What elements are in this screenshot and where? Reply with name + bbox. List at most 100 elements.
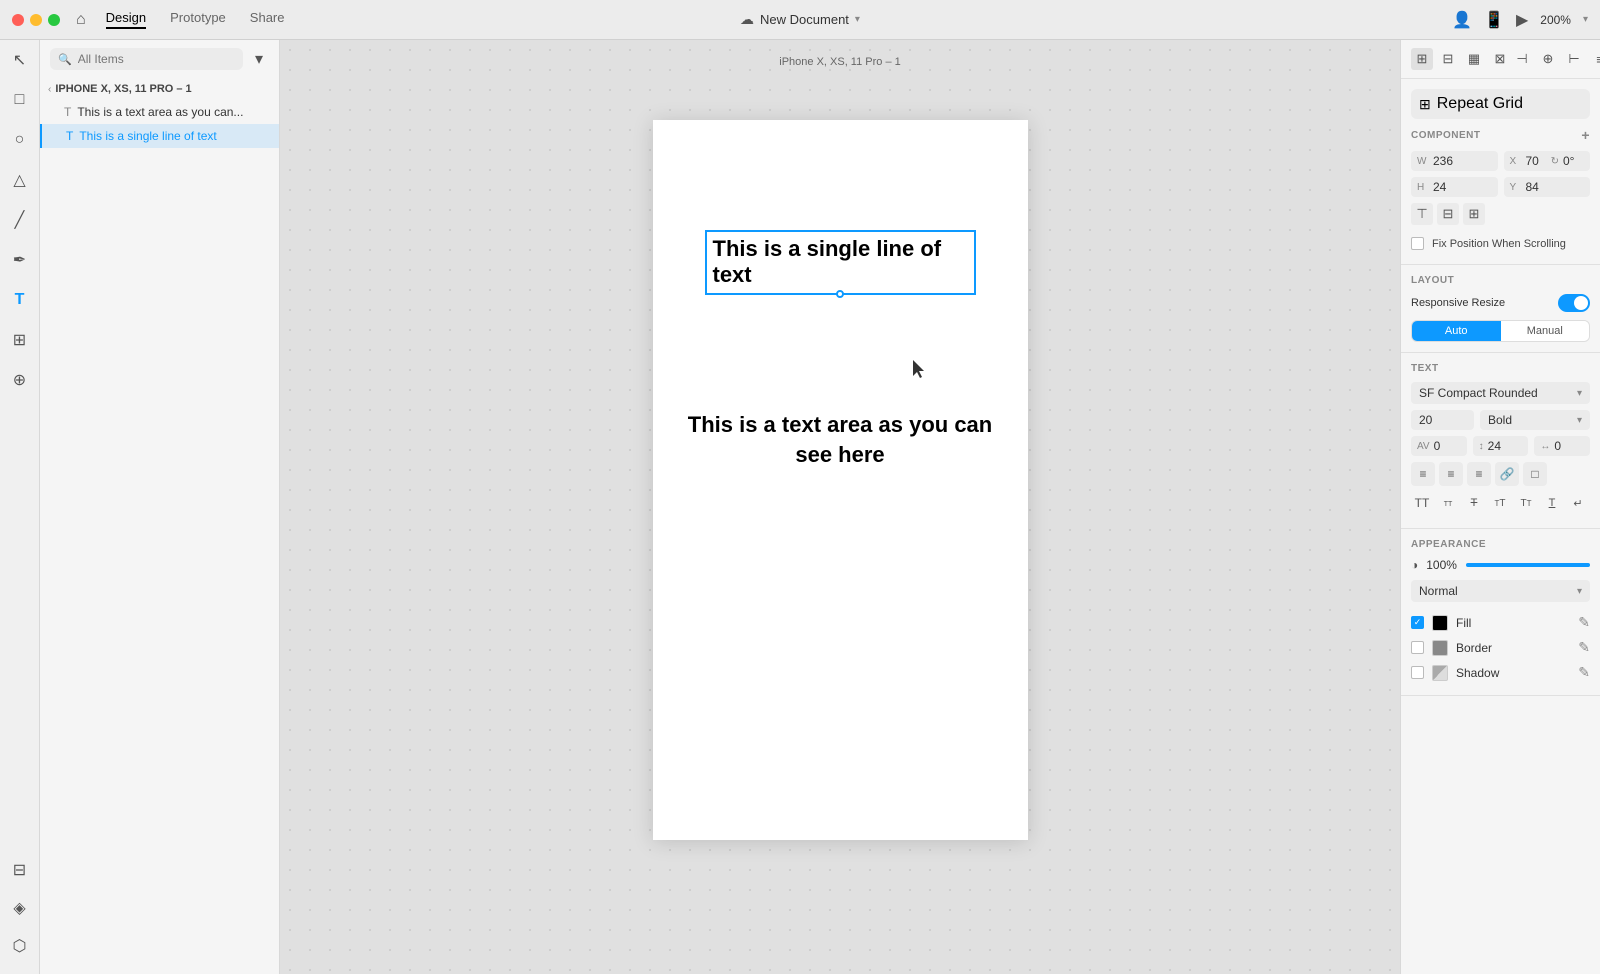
layers-filter-dropdown[interactable]: ▾ [249, 49, 269, 69]
user-icon[interactable]: 👤 [1452, 10, 1472, 30]
search-input[interactable] [78, 52, 235, 66]
text-subscript-button[interactable]: TT [1515, 492, 1537, 514]
search-icon: 🔍 [58, 53, 72, 66]
border-edit-icon[interactable]: ✎ [1578, 639, 1590, 656]
fix-position-checkbox[interactable] [1411, 237, 1424, 250]
border-color-swatch[interactable] [1432, 640, 1448, 656]
align-middle-icon[interactable]: ⊟ [1437, 203, 1459, 225]
fill-color-swatch[interactable] [1432, 615, 1448, 631]
zoom-tool[interactable]: ⊕ [8, 368, 32, 392]
line-height-value: 24 [1488, 439, 1501, 453]
minimize-button[interactable] [30, 14, 42, 26]
text-layer-active-icon: T [66, 129, 73, 143]
border-row: Border ✎ [1411, 635, 1590, 660]
letter-spacing-field[interactable]: ↔ 0 [1534, 436, 1590, 456]
panel-tool-3[interactable]: ▦ [1463, 48, 1485, 70]
rotate-value: 0° [1563, 154, 1584, 168]
distribute-icon[interactable]: ≡ [1589, 48, 1600, 70]
dropdown-chevron-icon[interactable]: ▾ [855, 14, 860, 25]
av-field[interactable]: AV 0 [1411, 436, 1467, 456]
fill-label: Fill [1456, 616, 1570, 630]
canvas-area[interactable]: iPhone X, XS, 11 Pro – 1 This is a singl… [280, 40, 1400, 974]
border-checkbox[interactable] [1411, 641, 1424, 654]
selected-text-element[interactable]: This is a single line of text [705, 230, 976, 295]
repeat-grid-button[interactable]: ⊞ Repeat Grid [1411, 89, 1590, 119]
zoom-dropdown-icon[interactable]: ▾ [1583, 14, 1588, 25]
main-layout: ↖ □ ○ △ ╱ ✒ T ⊞ ⊕ ⊟ ◈ ⬡ 🔍 ▾ [0, 40, 1600, 974]
y-field[interactable]: Y 84 [1504, 177, 1591, 197]
align-center-icon[interactable]: ⊕ [1537, 48, 1559, 70]
manual-button[interactable]: Manual [1501, 321, 1590, 341]
panel-tool-1[interactable]: ⊞ [1411, 48, 1433, 70]
align-top-icon[interactable]: ⊤ [1411, 203, 1433, 225]
shadow-edit-icon[interactable]: ✎ [1578, 664, 1590, 681]
x-field[interactable]: X 70 ↻ 0° [1504, 151, 1591, 171]
text-small-caps-button[interactable]: tt [1437, 492, 1459, 514]
artboards-icon[interactable]: ⊟ [8, 858, 32, 882]
align-bottom-icon[interactable]: ⊞ [1463, 203, 1485, 225]
text-align-right-button[interactable]: ≡ [1467, 462, 1491, 486]
layer-item-textarea[interactable]: T This is a text area as you can... [40, 100, 279, 124]
font-name-row[interactable]: SF Compact Rounded ▾ [1411, 382, 1590, 404]
align-left-icon[interactable]: ⊣ [1511, 48, 1533, 70]
search-box[interactable]: 🔍 [50, 48, 243, 70]
blend-mode-row[interactable]: Normal ▾ [1411, 580, 1590, 602]
pen-tool[interactable]: ✒ [8, 248, 32, 272]
text-area-element[interactable]: This is a text area as you can see here [683, 410, 998, 469]
zoom-level[interactable]: 200% [1540, 13, 1571, 27]
shadow-checkbox[interactable] [1411, 666, 1424, 679]
rectangle-tool[interactable]: □ [8, 88, 32, 112]
text-align-center-button[interactable]: ≡ [1439, 462, 1463, 486]
tab-design[interactable]: Design [106, 10, 146, 29]
layer-group-header[interactable]: ‹ IPHONE X, XS, 11 PRO – 1 [40, 78, 279, 100]
maximize-button[interactable] [48, 14, 60, 26]
text-box-button[interactable]: □ [1523, 462, 1547, 486]
text-align-left-button[interactable]: ≡ [1411, 462, 1435, 486]
component-tool[interactable]: ⊞ [8, 328, 32, 352]
text-superscript-button[interactable]: TT [1489, 492, 1511, 514]
font-size-field[interactable]: 20 [1411, 410, 1474, 430]
chevron-left-icon: ‹ [48, 84, 51, 95]
tab-share[interactable]: Share [250, 10, 285, 29]
shadow-color-swatch[interactable] [1432, 665, 1448, 681]
panel-toolbar: ⊞ ⊟ ▦ ⊠ ⊣ ⊕ ⊢ ≡ [1401, 40, 1600, 79]
fill-edit-icon[interactable]: ✎ [1578, 614, 1590, 631]
shadow-label: Shadow [1456, 666, 1570, 680]
device-icon[interactable]: 📱 [1484, 10, 1504, 30]
height-field[interactable]: H 24 [1411, 177, 1498, 197]
responsive-resize-toggle[interactable] [1558, 294, 1590, 312]
close-button[interactable] [12, 14, 24, 26]
text-tool[interactable]: T [8, 288, 32, 312]
select-tool[interactable]: ↖ [8, 48, 32, 72]
layers-header: 🔍 ▾ [40, 40, 279, 78]
text-underline-button[interactable]: T [1541, 492, 1563, 514]
layer-item-singleline[interactable]: T This is a single line of text [40, 124, 279, 148]
text-tt-button[interactable]: TT [1411, 492, 1433, 514]
artboard[interactable]: This is a single line of text This is a … [653, 120, 1028, 840]
font-weight-row[interactable]: Bold ▾ [1480, 410, 1590, 430]
height-value: 24 [1433, 180, 1492, 194]
text-strikethrough-button[interactable]: T [1463, 492, 1485, 514]
width-field[interactable]: W 236 [1411, 151, 1498, 171]
tab-prototype[interactable]: Prototype [170, 10, 226, 29]
shadow-row: Shadow ✎ [1411, 660, 1590, 685]
assets-icon[interactable]: ⬡ [8, 934, 32, 958]
left-toolbar: ↖ □ ○ △ ╱ ✒ T ⊞ ⊕ ⊟ ◈ ⬡ [0, 40, 40, 974]
play-icon[interactable]: ▶ [1516, 10, 1528, 30]
add-component-button[interactable]: + [1581, 127, 1590, 143]
ellipse-tool[interactable]: ○ [8, 128, 32, 152]
triangle-tool[interactable]: △ [8, 168, 32, 192]
home-icon[interactable]: ⌂ [76, 11, 86, 29]
text-link-button[interactable]: 🔗 [1495, 462, 1519, 486]
panel-tool-4[interactable]: ⊠ [1489, 48, 1511, 70]
opacity-slider[interactable] [1466, 563, 1590, 567]
line-height-field[interactable]: ↕ 24 [1473, 436, 1529, 456]
auto-button[interactable]: Auto [1412, 321, 1501, 341]
panel-tool-2[interactable]: ⊟ [1437, 48, 1459, 70]
text-area-content: This is a text area as you can see here [683, 410, 998, 469]
text-direction-button[interactable]: ↵ [1567, 492, 1589, 514]
line-tool[interactable]: ╱ [8, 208, 32, 232]
fill-checkbox[interactable]: ✓ [1411, 616, 1424, 629]
layers-icon[interactable]: ◈ [8, 896, 32, 920]
align-right-icon[interactable]: ⊢ [1563, 48, 1585, 70]
